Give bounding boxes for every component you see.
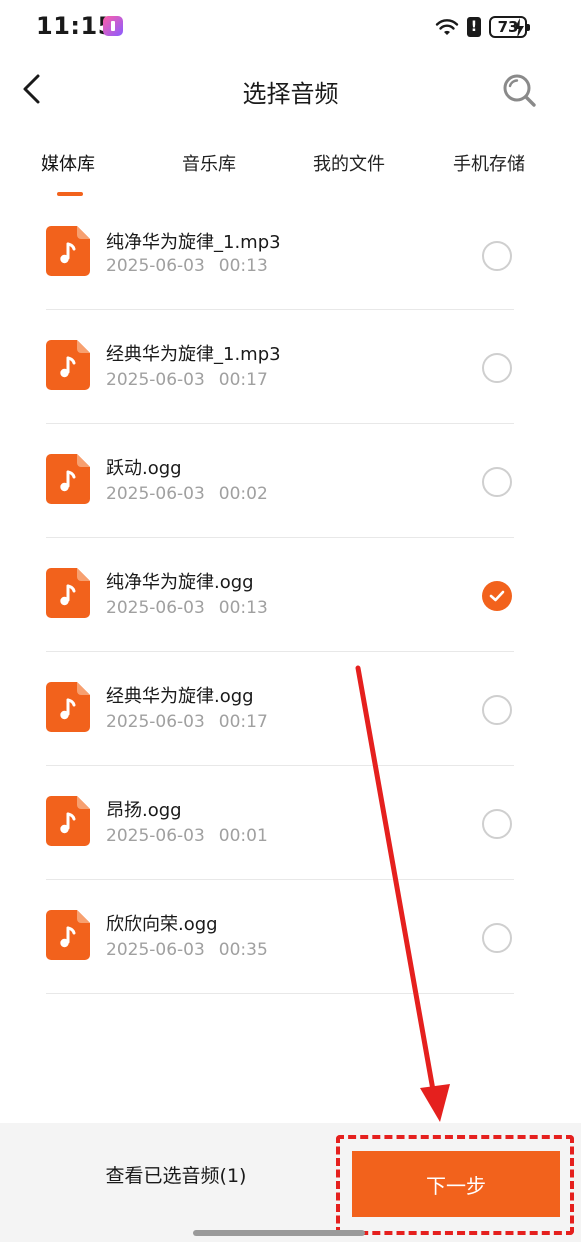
- file-date: 2025-06-03: [106, 370, 205, 390]
- home-indicator[interactable]: [193, 1230, 365, 1236]
- source-tabs: 媒体库 音乐库 我的文件 手机存储: [0, 150, 581, 198]
- file-name: 纯净华为旋律_1.mp3: [106, 232, 281, 253]
- file-date: 2025-06-03: [106, 256, 205, 276]
- list-item[interactable]: 纯净华为旋律.ogg 2025-06-03 00:13: [46, 538, 514, 652]
- page-title: 选择音频: [242, 80, 339, 108]
- file-meta: 2025-06-03 00:17: [106, 712, 268, 732]
- music-file-icon: [46, 796, 90, 846]
- file-date: 2025-06-03: [106, 940, 205, 960]
- file-duration: 00:35: [218, 940, 268, 960]
- file-meta: 2025-06-03 00:17: [106, 370, 268, 390]
- search-icon[interactable]: [501, 72, 537, 108]
- app-header: 选择音频: [0, 54, 581, 126]
- select-radio[interactable]: [482, 353, 512, 383]
- list-item[interactable]: 跃动.ogg 2025-06-03 00:02: [46, 424, 514, 538]
- next-button[interactable]: 下一步: [352, 1151, 560, 1217]
- music-file-icon: [46, 682, 90, 732]
- view-selected-button[interactable]: 查看已选音频(1): [0, 1123, 352, 1242]
- app-notification-icon: [103, 16, 123, 36]
- file-duration: 00:17: [218, 712, 268, 732]
- file-duration: 00:02: [218, 484, 268, 504]
- tab-music-library[interactable]: 音乐库: [182, 150, 236, 176]
- file-name: 昂扬.ogg: [106, 800, 182, 821]
- file-date: 2025-06-03: [106, 826, 205, 846]
- file-name: 欣欣向荣.ogg: [106, 914, 218, 935]
- file-date: 2025-06-03: [106, 598, 205, 618]
- bottom-action-bar: 查看已选音频(1) 下一步: [0, 1123, 581, 1242]
- file-date: 2025-06-03: [106, 712, 205, 732]
- wifi-icon: [435, 19, 459, 35]
- tab-phone-storage[interactable]: 手机存储: [453, 150, 525, 176]
- check-icon: [489, 590, 505, 602]
- music-file-icon: [46, 226, 90, 276]
- status-bar: 11:15 ! 73: [0, 0, 581, 54]
- file-meta: 2025-06-03 00:35: [106, 940, 268, 960]
- file-meta: 2025-06-03 00:13: [106, 598, 268, 618]
- music-file-icon: [46, 454, 90, 504]
- file-name: 纯净华为旋律.ogg: [106, 572, 254, 593]
- file-name: 经典华为旋律.ogg: [106, 686, 254, 707]
- audio-file-list: 纯净华为旋律_1.mp3 2025-06-03 00:13 经典华为旋律_1.mp3 2…: [46, 198, 514, 994]
- active-tab-indicator: [57, 192, 83, 196]
- music-file-icon: [46, 910, 90, 960]
- file-duration: 00:13: [218, 256, 268, 276]
- select-radio[interactable]: [482, 695, 512, 725]
- tab-media-library[interactable]: 媒体库: [41, 150, 95, 176]
- select-radio[interactable]: [482, 467, 512, 497]
- music-file-icon: [46, 340, 90, 390]
- charging-bolt-icon: [514, 18, 524, 38]
- select-radio-checked[interactable]: [482, 581, 512, 611]
- audio-picker-screen: 11:15 ! 73 选择音频 媒体库 音乐库 我的文件 手机存储 纯净华为旋律…: [0, 0, 581, 1242]
- file-date: 2025-06-03: [106, 484, 205, 504]
- list-item[interactable]: 欣欣向荣.ogg 2025-06-03 00:35: [46, 880, 514, 994]
- file-duration: 00:13: [218, 598, 268, 618]
- list-item[interactable]: 经典华为旋律_1.mp3 2025-06-03 00:17: [46, 310, 514, 424]
- file-meta: 2025-06-03 00:13: [106, 256, 268, 276]
- tab-my-files[interactable]: 我的文件: [313, 150, 385, 176]
- file-duration: 00:01: [218, 826, 268, 846]
- list-item[interactable]: 纯净华为旋律_1.mp3 2025-06-03 00:13: [46, 198, 514, 310]
- file-name: 跃动.ogg: [106, 458, 182, 479]
- list-item[interactable]: 昂扬.ogg 2025-06-03 00:01: [46, 766, 514, 880]
- select-radio[interactable]: [482, 241, 512, 271]
- list-item[interactable]: 经典华为旋律.ogg 2025-06-03 00:17: [46, 652, 514, 766]
- file-duration: 00:17: [218, 370, 268, 390]
- file-meta: 2025-06-03 00:02: [106, 484, 268, 504]
- music-file-icon: [46, 568, 90, 618]
- select-radio[interactable]: [482, 809, 512, 839]
- file-name: 经典华为旋律_1.mp3: [106, 344, 281, 365]
- alert-icon: !: [467, 17, 481, 37]
- select-radio[interactable]: [482, 923, 512, 953]
- file-meta: 2025-06-03 00:01: [106, 826, 268, 846]
